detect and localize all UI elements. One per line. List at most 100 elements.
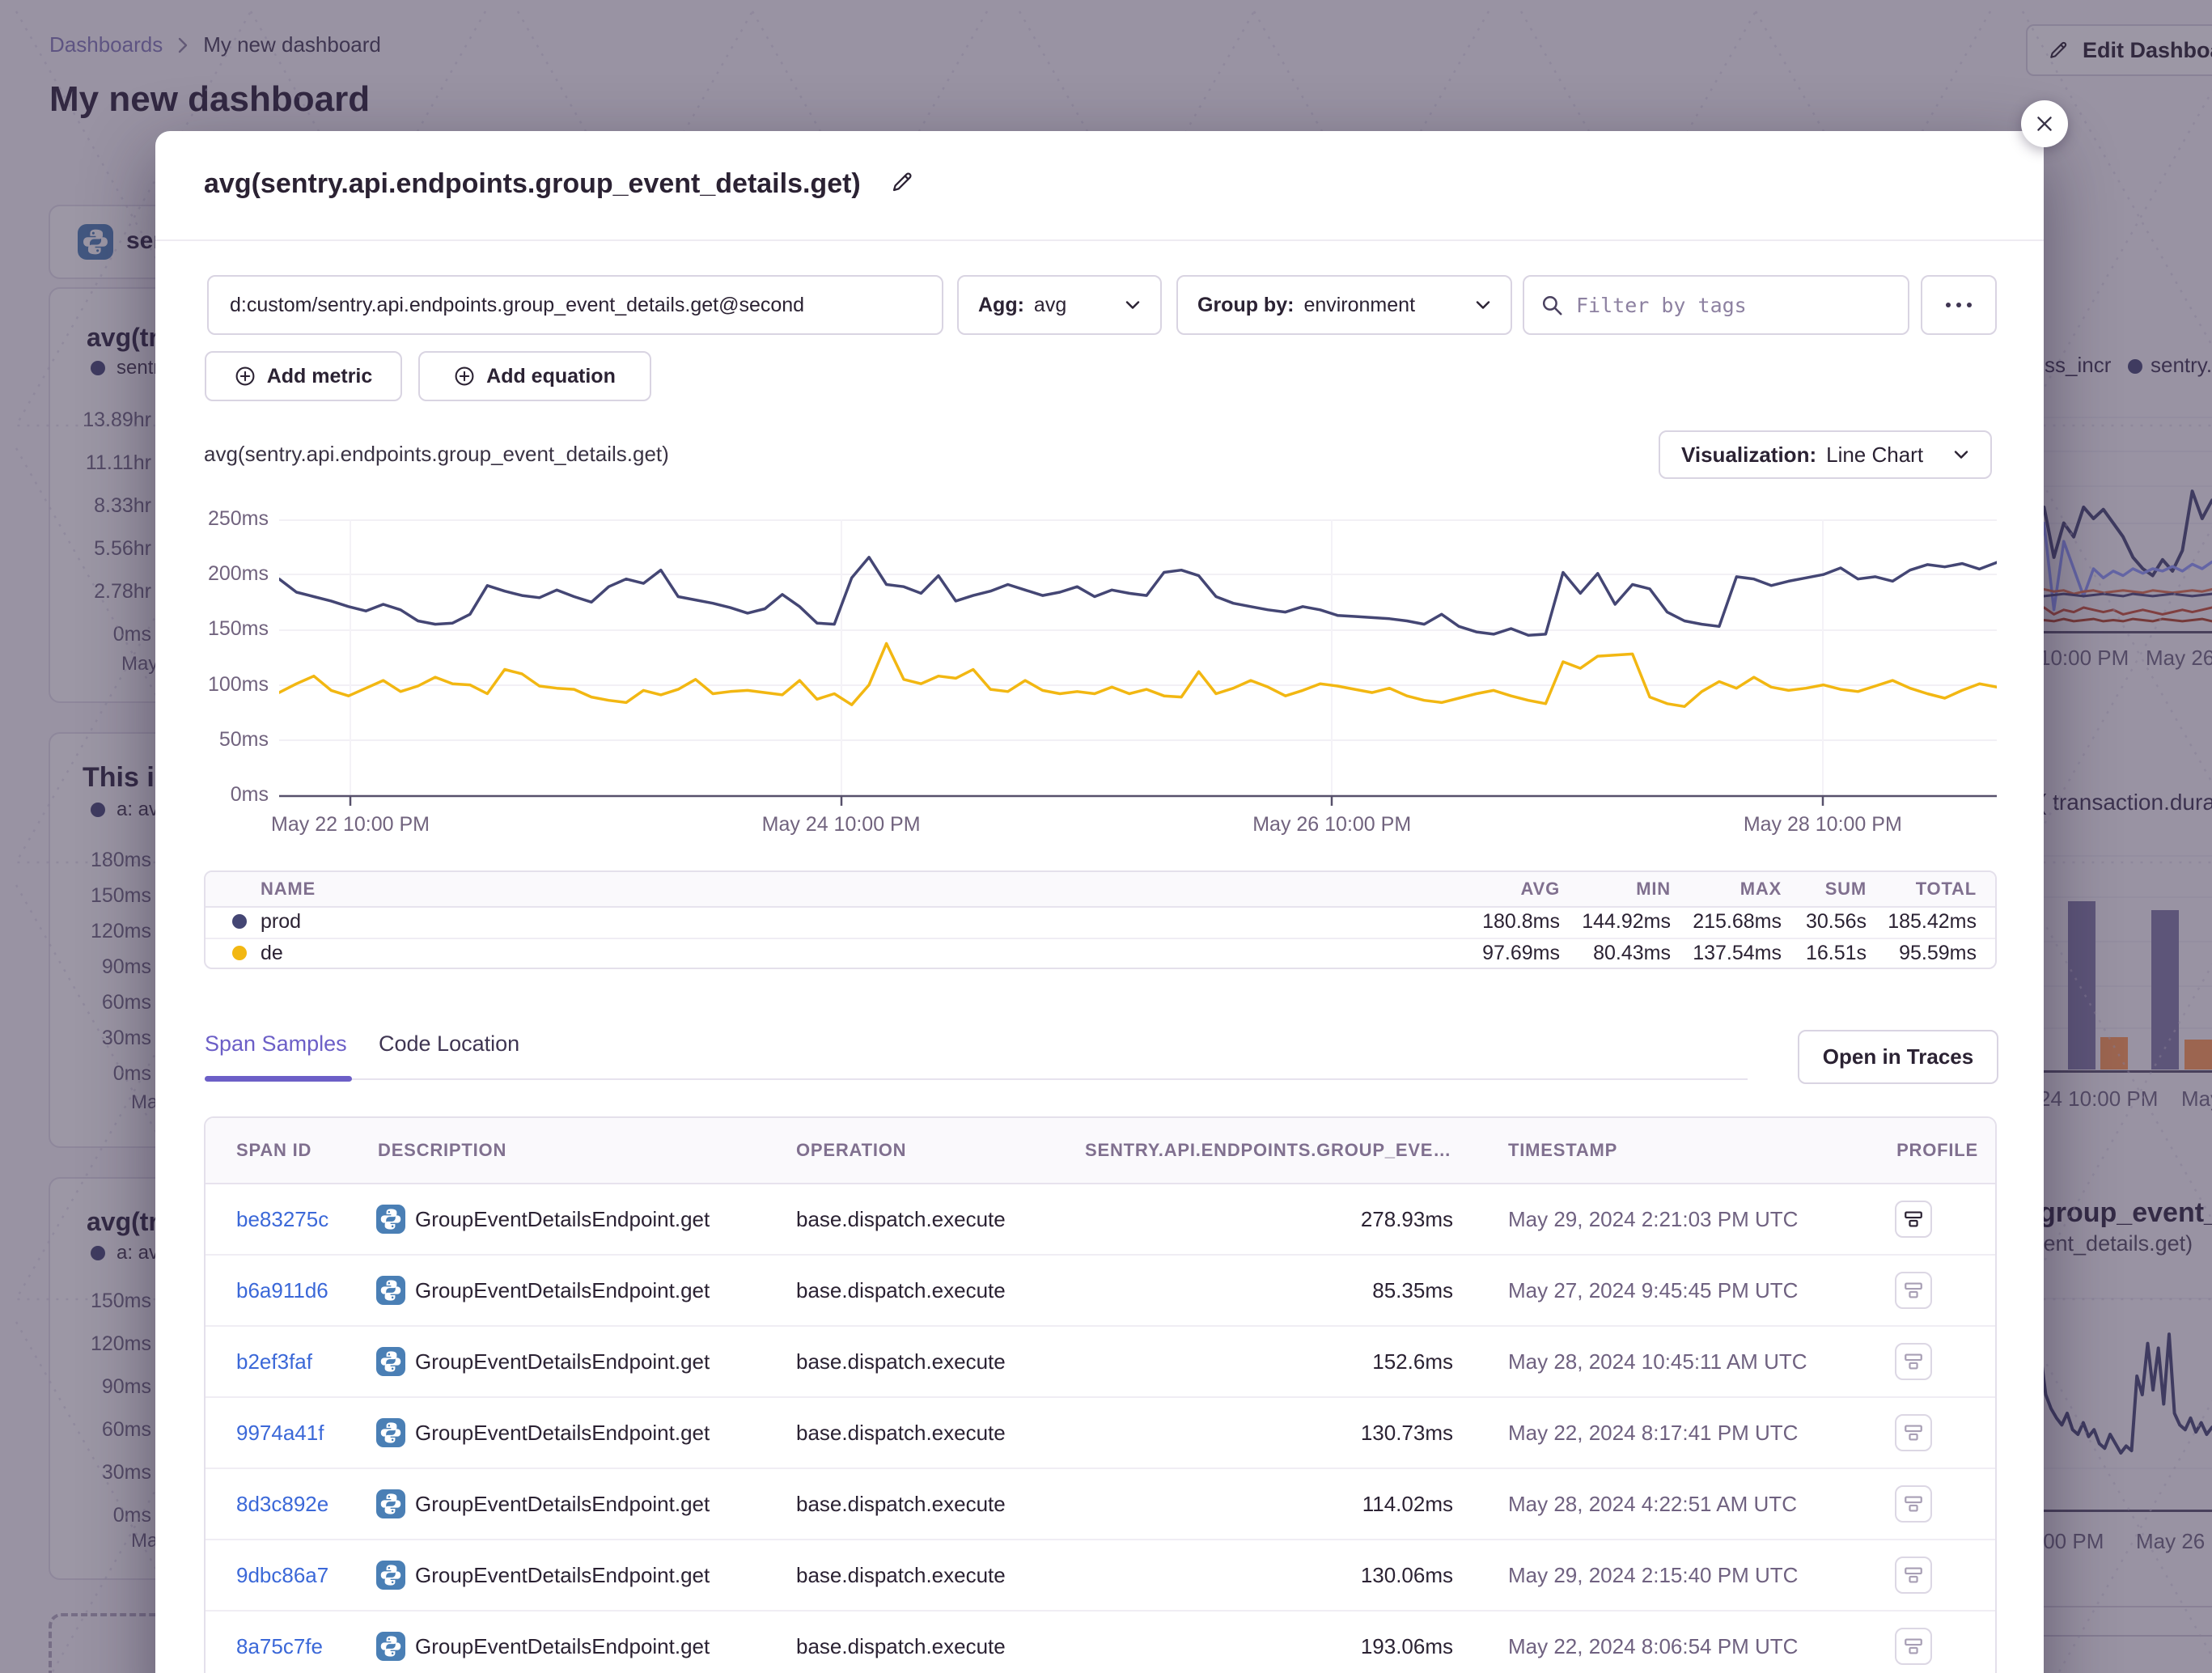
span-description: GroupEventDetailsEndpoint.get (415, 1398, 710, 1468)
col-span-id: SPAN ID (236, 1118, 311, 1183)
visualization-value: Line Chart (1826, 443, 1923, 468)
series-name: de (261, 938, 283, 969)
profile-flamegraph-icon (1903, 1636, 1924, 1657)
span-operation: base.dispatch.execute (796, 1398, 1006, 1468)
series-total: 95.59ms (1815, 938, 1977, 969)
span-id-link[interactable]: 9dbc86a7 (236, 1540, 328, 1610)
col-name: NAME (261, 872, 316, 906)
filter-by-tags-field (1523, 275, 1909, 335)
search-icon (1540, 294, 1563, 316)
series-color-dot (232, 946, 247, 960)
span-duration: 114.02ms (1209, 1469, 1453, 1539)
profile-flamegraph-icon (1903, 1493, 1924, 1514)
group-by-value: environment (1303, 294, 1415, 317)
table-row: 8d3c892e GroupEventDetailsEndpoint.get b… (206, 1468, 1995, 1539)
span-id-link[interactable]: be83275c (236, 1184, 328, 1254)
profile-flamegraph-icon (1903, 1280, 1924, 1301)
add-metric-label: Add metric (267, 365, 373, 388)
aggregation-dropdown[interactable]: Agg: avg (957, 275, 1162, 335)
table-row: 9974a41f GroupEventDetailsEndpoint.get b… (206, 1396, 1995, 1468)
span-id-link[interactable]: 9974a41f (236, 1398, 324, 1468)
visualization-dropdown[interactable]: Visualization: Line Chart (1659, 430, 1992, 479)
modal-title: avg(sentry.api.endpoints.group_event_det… (204, 168, 915, 200)
edit-title-pencil-icon[interactable] (889, 169, 915, 195)
col-profile: PROFILE (1816, 1118, 1978, 1183)
span-id-link[interactable]: 8a75c7fe (236, 1612, 323, 1673)
span-operation: base.dispatch.execute (796, 1469, 1006, 1539)
span-timestamp: May 29, 2024 2:21:03 PM UTC (1508, 1184, 1798, 1254)
col-operation: OPERATION (796, 1118, 906, 1183)
span-operation: base.dispatch.execute (796, 1327, 1006, 1396)
span-description: GroupEventDetailsEndpoint.get (415, 1540, 710, 1610)
summary-row-prod[interactable]: prod 180.8ms 144.92ms 215.68ms 30.56s 18… (206, 906, 1995, 939)
samples-table-header: SPAN ID DESCRIPTION OPERATION SENTRY.API… (206, 1118, 1995, 1184)
span-timestamp: May 28, 2024 4:22:51 AM UTC (1508, 1469, 1797, 1539)
python-icon (376, 1418, 405, 1447)
col-description: DESCRIPTION (378, 1118, 506, 1183)
span-duration: 85.35ms (1209, 1256, 1453, 1325)
span-duration: 130.06ms (1209, 1540, 1453, 1610)
span-duration: 152.6ms (1209, 1327, 1453, 1396)
profile-flamegraph-icon (1903, 1351, 1924, 1372)
col-timestamp: TIMESTAMP (1508, 1118, 1617, 1183)
span-operation: base.dispatch.execute (796, 1612, 1006, 1673)
span-samples-table: SPAN ID DESCRIPTION OPERATION SENTRY.API… (204, 1116, 1997, 1673)
header-divider (155, 239, 2044, 241)
profile-button[interactable] (1895, 1485, 1932, 1523)
tab-code-location[interactable]: Code Location (379, 1031, 519, 1057)
span-timestamp: May 28, 2024 10:45:11 AM UTC (1508, 1327, 1807, 1396)
span-duration: 278.93ms (1209, 1184, 1453, 1254)
span-id-link[interactable]: b2ef3faf (236, 1327, 312, 1396)
close-icon (2034, 113, 2055, 134)
modal-title-text: avg(sentry.api.endpoints.group_event_det… (204, 168, 861, 199)
python-icon (376, 1276, 405, 1305)
span-id-link[interactable]: b6a911d6 (236, 1256, 328, 1325)
series-total: 185.42ms (1815, 906, 1977, 938)
agg-label: Agg: (978, 294, 1024, 317)
chevron-down-icon (1125, 300, 1141, 310)
table-row: 9dbc86a7 GroupEventDetailsEndpoint.get b… (206, 1539, 1995, 1610)
python-icon (376, 1632, 405, 1661)
span-id-link[interactable]: 8d3c892e (236, 1469, 328, 1539)
profile-button[interactable] (1895, 1557, 1932, 1594)
metric-line-chart (279, 519, 1997, 807)
python-icon (376, 1347, 405, 1376)
add-equation-label: Add equation (486, 365, 616, 388)
span-description: GroupEventDetailsEndpoint.get (415, 1184, 710, 1254)
plus-circle-icon (235, 366, 256, 387)
table-row: 8a75c7fe GroupEventDetailsEndpoint.get b… (206, 1610, 1995, 1673)
samples-table-body: be83275c GroupEventDetailsEndpoint.get b… (206, 1184, 1995, 1673)
profile-button[interactable] (1895, 1272, 1932, 1309)
open-in-traces-button[interactable]: Open in Traces (1798, 1030, 1998, 1084)
profile-button[interactable] (1895, 1201, 1932, 1238)
add-equation-button[interactable]: Add equation (418, 351, 651, 401)
span-description: GroupEventDetailsEndpoint.get (415, 1327, 710, 1396)
close-modal-button[interactable] (2021, 100, 2068, 147)
profile-flamegraph-icon (1903, 1209, 1924, 1230)
summary-row-de[interactable]: de 97.69ms 80.43ms 137.54ms 16.51s 95.59… (206, 938, 1995, 969)
filter-by-tags-input[interactable] (1574, 293, 1892, 318)
profile-flamegraph-icon (1903, 1422, 1924, 1443)
profile-button[interactable] (1895, 1343, 1932, 1380)
python-icon (376, 1561, 405, 1590)
series-color-dot (232, 914, 247, 929)
profile-button[interactable] (1895, 1628, 1932, 1665)
metric-query-input[interactable] (207, 275, 943, 335)
span-duration: 193.06ms (1209, 1612, 1453, 1673)
profile-flamegraph-icon (1903, 1565, 1924, 1586)
agg-value: avg (1034, 294, 1066, 317)
tab-divider (205, 1078, 1748, 1080)
ellipsis-icon (1944, 301, 1973, 309)
metric-details-modal: avg(sentry.api.endpoints.group_event_det… (155, 131, 2044, 1673)
group-by-label: Group by: (1197, 294, 1294, 317)
table-row: be83275c GroupEventDetailsEndpoint.get b… (206, 1184, 1995, 1254)
group-by-dropdown[interactable]: Group by: environment (1176, 275, 1512, 335)
visualization-label: Visualization: (1681, 443, 1816, 468)
summary-table-header: NAME AVG MIN MAX SUM TOTAL (206, 872, 1995, 908)
tab-span-samples[interactable]: Span Samples (205, 1031, 347, 1057)
add-metric-button[interactable]: Add metric (205, 351, 402, 401)
span-operation: base.dispatch.execute (796, 1184, 1006, 1254)
table-row: b2ef3faf GroupEventDetailsEndpoint.get b… (206, 1325, 1995, 1396)
query-overflow-button[interactable] (1921, 275, 1997, 335)
profile-button[interactable] (1895, 1414, 1932, 1451)
